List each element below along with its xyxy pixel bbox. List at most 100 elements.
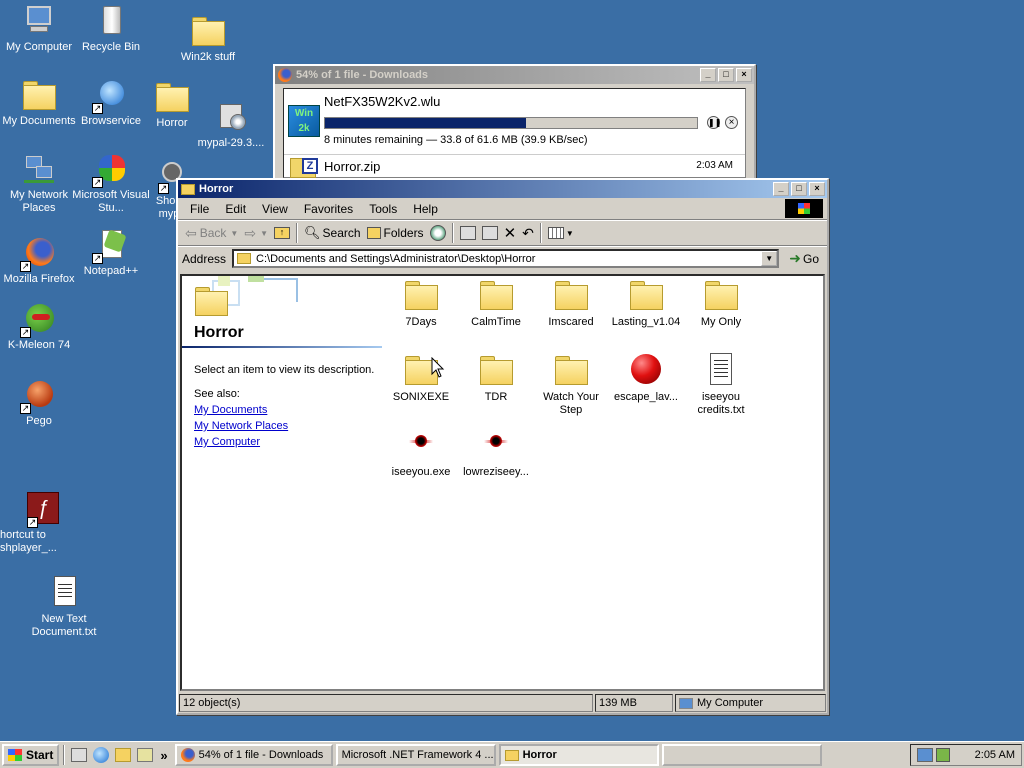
installer-icon xyxy=(214,100,248,134)
address-dropdown-button[interactable]: ▼ xyxy=(761,251,778,266)
desktop-icon-recycle-bin[interactable]: Recycle Bin xyxy=(72,4,150,54)
desktop-icon-k-meleon[interactable]: ↗ K-Meleon 74 xyxy=(0,302,78,352)
back-button[interactable]: ⇦ Back ▼ xyxy=(182,223,241,244)
network-icon xyxy=(22,152,56,186)
link-my-network-places[interactable]: My Network Places xyxy=(194,420,374,432)
quicklaunch-outlook-icon[interactable] xyxy=(115,748,132,762)
file-item[interactable]: CalmTime xyxy=(459,278,533,329)
views-button[interactable]: ▼ xyxy=(545,225,577,241)
task-downloads[interactable]: 54% of 1 file - Downloads xyxy=(174,744,333,766)
folder-icon xyxy=(704,278,738,312)
clock[interactable]: 2:05 AM xyxy=(975,749,1015,761)
eye-icon xyxy=(404,428,438,462)
pego-icon: ↗ xyxy=(20,378,56,414)
delete-button[interactable]: ✕ xyxy=(501,222,520,244)
desktop-icon-win2k-stuff[interactable]: Win2k stuff xyxy=(169,14,247,64)
menu-favorites[interactable]: Favorites xyxy=(296,200,361,218)
folders-label: Folders xyxy=(383,226,424,240)
menu-view[interactable]: View xyxy=(254,200,296,218)
status-zone: My Computer xyxy=(675,694,826,712)
close-button[interactable]: × xyxy=(809,182,825,196)
move-to-button[interactable] xyxy=(457,224,479,242)
download-item[interactable]: Z Horror.zip 2:03 AM xyxy=(286,155,743,179)
up-folder-button[interactable]: ↑ xyxy=(271,225,293,241)
task-net-framework[interactable]: Microsoft .NET Framework 4 ... xyxy=(335,744,496,766)
download-status: 8 minutes remaining — 33.8 of 61.6 MB (3… xyxy=(324,134,588,146)
desktop-icon-mozilla-firefox[interactable]: ↗ Mozilla Firefox xyxy=(0,236,78,286)
link-my-documents[interactable]: My Documents xyxy=(194,404,374,416)
task-unnamed[interactable] xyxy=(661,744,822,766)
task-horror[interactable]: Horror xyxy=(498,744,659,766)
desktop-icon-label: hortcut to shplayer_... xyxy=(0,529,57,554)
address-value: C:\Documents and Settings\Administrator\… xyxy=(256,252,536,265)
desktop-icon-pego[interactable]: ↗ Pego xyxy=(0,378,78,428)
desktop-icon-label: Microsoft Visual Stu... xyxy=(72,189,150,214)
close-button[interactable]: × xyxy=(736,68,752,82)
minimize-button[interactable]: _ xyxy=(700,68,716,82)
file-label: SONIXEXE xyxy=(392,391,450,403)
web-view-pane: Horror Select an item to view its descri… xyxy=(182,276,382,689)
file-item[interactable]: lowreziseey... xyxy=(459,428,533,479)
explorer-titlebar[interactable]: Horror _ □ × xyxy=(178,180,827,198)
address-label: Address xyxy=(182,251,227,266)
download-item[interactable]: Win 2k NetFX35W2Kv2.wlu ❚❚ × 8 minutes re… xyxy=(286,91,743,153)
menu-file[interactable]: File xyxy=(182,200,217,218)
file-item[interactable]: TDR xyxy=(459,353,533,404)
file-item[interactable]: iseeyou credits.txt xyxy=(684,353,758,417)
safely-remove-tray-icon[interactable] xyxy=(936,748,950,762)
toolbar-separator xyxy=(451,223,454,243)
file-item[interactable]: SONIXEXE xyxy=(384,353,458,404)
history-button[interactable] xyxy=(427,223,449,243)
file-item[interactable]: 7Days xyxy=(384,278,458,329)
folder-icon xyxy=(554,278,588,312)
taskbar: Start » 54% of 1 file - Downloads Micros… xyxy=(0,741,1024,768)
downloads-list: Win 2k NetFX35W2Kv2.wlu ❚❚ × 8 minutes re… xyxy=(283,88,746,178)
file-item[interactable]: iseeyou.exe xyxy=(384,428,458,479)
copy-to-button[interactable] xyxy=(479,224,501,242)
start-button[interactable]: Start xyxy=(2,744,60,766)
file-item[interactable]: Watch Your Step xyxy=(534,353,608,417)
file-item[interactable]: escape_lav... xyxy=(609,353,683,404)
desktop-icon-my-network-places[interactable]: My Network Places xyxy=(0,152,78,215)
desktop-icon-mypal[interactable]: mypal-29.3.... xyxy=(192,100,270,150)
link-my-computer[interactable]: My Computer xyxy=(194,436,374,448)
status-objects: 12 object(s) xyxy=(179,694,593,712)
pause-button[interactable]: ❚❚ xyxy=(707,116,721,129)
desktop-icon-notepad-plus-plus[interactable]: ↗ Notepad++ xyxy=(72,228,150,278)
minimize-button[interactable]: _ xyxy=(773,182,789,196)
undo-button[interactable]: ↶ xyxy=(519,223,537,244)
file-item[interactable]: Lasting_v1.04 xyxy=(609,278,683,329)
menu-tools[interactable]: Tools xyxy=(361,200,405,218)
file-item[interactable]: My Only xyxy=(684,278,758,329)
go-button[interactable]: ➜ Go xyxy=(785,249,823,268)
address-field[interactable]: C:\Documents and Settings\Administrator\… xyxy=(232,249,780,268)
desktop-icon-my-documents[interactable]: My Documents xyxy=(0,78,78,128)
file-item[interactable]: Imscared xyxy=(534,278,608,329)
maximize-button[interactable]: □ xyxy=(791,182,807,196)
quicklaunch-ie-icon[interactable] xyxy=(93,747,110,763)
quicklaunch-more-button[interactable]: » xyxy=(160,748,167,763)
forward-button[interactable]: ⇨ ▼ xyxy=(241,223,271,244)
downloads-titlebar[interactable]: 54% of 1 file - Downloads _ □ × xyxy=(275,66,754,84)
network-tray-icon[interactable] xyxy=(917,748,933,762)
maximize-button[interactable]: □ xyxy=(718,68,734,82)
windows-logo-icon xyxy=(785,199,823,218)
menu-help[interactable]: Help xyxy=(405,200,446,218)
folders-button[interactable]: Folders xyxy=(364,224,427,242)
file-label: escape_lav... xyxy=(613,391,678,403)
notepad-plus-plus-icon: ↗ xyxy=(92,228,128,264)
search-button[interactable]: 🔍︎ Search xyxy=(301,223,364,243)
desktop-icon-new-text-document[interactable]: New Text Document.txt xyxy=(25,576,103,639)
back-arrow-icon: ⇦ xyxy=(185,224,197,241)
menu-edit[interactable]: Edit xyxy=(217,200,254,218)
file-label: 7Days xyxy=(405,316,437,328)
desktop-icon-visual-studio[interactable]: ↗ Microsoft Visual Stu... xyxy=(72,152,150,215)
see-also: See also: My Documents My Network Places… xyxy=(194,388,374,448)
red-ball-icon xyxy=(629,353,663,387)
toolbar-separator xyxy=(539,223,542,243)
desktop-icon-my-computer[interactable]: My Computer xyxy=(0,4,78,54)
cancel-download-button[interactable]: × xyxy=(725,116,738,129)
desktop-icon-flashplayer-shortcut[interactable]: ƒ ↗ hortcut to shplayer_... xyxy=(0,492,62,555)
quicklaunch-desktop-icon[interactable] xyxy=(71,748,88,762)
quicklaunch-search-icon[interactable] xyxy=(137,748,154,762)
